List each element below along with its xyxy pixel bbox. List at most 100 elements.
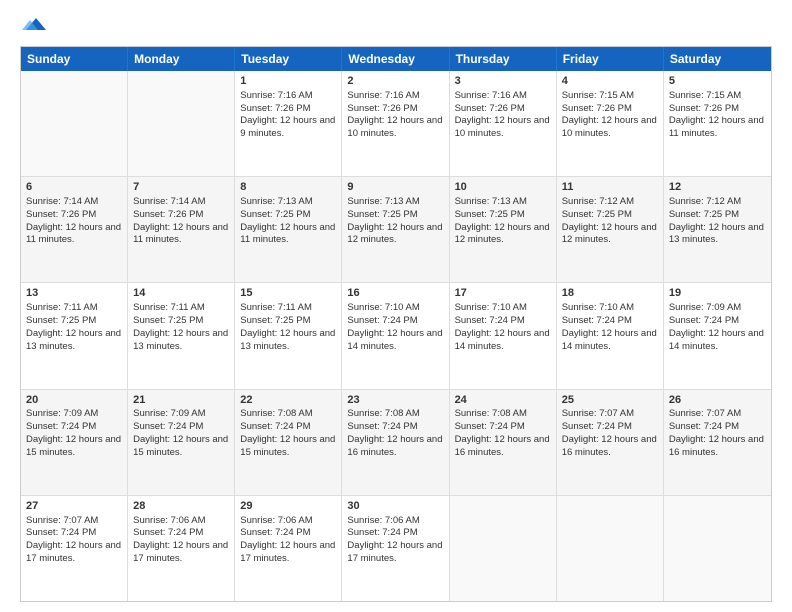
day-cell-14: 14Sunrise: 7:11 AMSunset: 7:25 PMDayligh…	[128, 283, 235, 388]
sunset-text: Sunset: 7:26 PM	[669, 103, 739, 114]
sunrise-text: Sunrise: 7:10 AM	[347, 302, 419, 313]
weekday-header-thursday: Thursday	[450, 47, 557, 71]
sunset-text: Sunset: 7:26 PM	[26, 209, 96, 220]
weekday-header-wednesday: Wednesday	[342, 47, 449, 71]
day-number: 3	[455, 74, 551, 89]
weekday-header-saturday: Saturday	[664, 47, 771, 71]
day-number: 11	[562, 180, 658, 195]
daylight-text: Daylight: 12 hours and 15 minutes.	[133, 434, 228, 458]
day-cell-1: 1Sunrise: 7:16 AM Sunset: 7:26 PMDaylight…	[235, 71, 342, 176]
calendar: SundayMondayTuesdayWednesdayThursdayFrid…	[20, 46, 772, 602]
day-cell-8: 8Sunrise: 7:13 AMSunset: 7:25 PMDaylight…	[235, 177, 342, 282]
sunrise-text: Sunrise: 7:11 AM	[240, 302, 312, 313]
day-cell-15: 15Sunrise: 7:11 AMSunset: 7:25 PMDayligh…	[235, 283, 342, 388]
sunset-text: Sunset: 7:25 PM	[240, 315, 310, 326]
sunrise-text: Sunrise: 7:09 AM	[133, 408, 205, 419]
sunrise-text: Sunrise: 7:11 AM	[26, 302, 98, 313]
sunset-text: Sunset: 7:24 PM	[562, 315, 632, 326]
sunrise-text: Sunrise: 7:08 AM	[455, 408, 527, 419]
sunrise-text: Sunrise: 7:07 AM	[26, 515, 98, 526]
daylight-text: Daylight: 12 hours and 13 minutes.	[669, 222, 764, 246]
daylight-text: Daylight: 12 hours and 12 minutes.	[455, 222, 550, 246]
daylight-text: Daylight: 12 hours and 10 minutes.	[455, 115, 550, 139]
daylight-text: Daylight: 12 hours and 13 minutes.	[133, 328, 228, 352]
day-number: 26	[669, 393, 766, 408]
daylight-text: Daylight: 12 hours and 14 minutes.	[347, 328, 442, 352]
day-cell-4: 4Sunrise: 7:15 AMSunset: 7:26 PMDaylight…	[557, 71, 664, 176]
day-number: 25	[562, 393, 658, 408]
day-number: 2	[347, 74, 443, 89]
sunrise-text: Sunrise: 7:13 AM	[240, 196, 312, 207]
daylight-text: Daylight: 12 hours and 9 minutes.	[240, 115, 335, 139]
day-number: 30	[347, 499, 443, 514]
daylight-text: Daylight: 12 hours and 16 minutes.	[347, 434, 442, 458]
day-cell-19: 19Sunrise: 7:09 AMSunset: 7:24 PMDayligh…	[664, 283, 771, 388]
sunset-text: Sunset: 7:24 PM	[669, 315, 739, 326]
sunset-text: Sunset: 7:25 PM	[562, 209, 632, 220]
page: SundayMondayTuesdayWednesdayThursdayFrid…	[0, 0, 792, 612]
day-cell-13: 13Sunrise: 7:11 AMSunset: 7:25 PMDayligh…	[21, 283, 128, 388]
day-number: 6	[26, 180, 122, 195]
calendar-body: 1Sunrise: 7:16 AMSunset: 7:26 PMDaylight…	[21, 71, 771, 601]
daylight-text: Daylight: 12 hours and 12 minutes.	[347, 222, 442, 246]
day-cell-18: 18Sunrise: 7:10 AMSunset: 7:24 PMDayligh…	[557, 283, 664, 388]
logo	[20, 16, 46, 36]
sunrise-text: Sunrise: 7:16 AM	[455, 90, 527, 101]
day-number: 12	[669, 180, 766, 195]
day-cell-22: 22Sunrise: 7:08 AMSunset: 7:24 PMDayligh…	[235, 390, 342, 495]
sunrise-text: Sunrise: 7:15 AM	[562, 90, 634, 101]
header	[20, 16, 772, 36]
sunset-text: Sunset: 7:25 PM	[347, 209, 417, 220]
sunrise-text: Sunrise: 7:12 AM	[669, 196, 741, 207]
sunrise-text: Sunrise: 7:15 AM	[669, 90, 741, 101]
day-number: 1	[240, 74, 336, 89]
sunrise-text: Sunrise: 7:07 AM	[562, 408, 634, 419]
daylight-text: Daylight: 12 hours and 12 minutes.	[562, 222, 657, 246]
day-cell-28: 28Sunrise: 7:06 AMSunset: 7:24 PMDayligh…	[128, 496, 235, 601]
day-cell-16: 16Sunrise: 7:10 AMSunset: 7:24 PMDayligh…	[342, 283, 449, 388]
daylight-text: Daylight: 12 hours and 13 minutes.	[26, 328, 121, 352]
sunset-text: Sunset: 7:25 PM	[240, 209, 310, 220]
day-cell-10: 10Sunrise: 7:13 AMSunset: 7:25 PMDayligh…	[450, 177, 557, 282]
sunrise-text: Sunrise: 7:09 AM	[26, 408, 98, 419]
daylight-text: Daylight: 12 hours and 11 minutes.	[240, 222, 335, 246]
sunrise-text: Sunrise: 7:14 AM	[133, 196, 205, 207]
sunset-text: Sunset: 7:24 PM	[133, 421, 203, 432]
empty-cell-0-1	[128, 71, 235, 176]
empty-cell-0-0	[21, 71, 128, 176]
day-number: 22	[240, 393, 336, 408]
day-number: 10	[455, 180, 551, 195]
sunset-text: Sunset: 7:25 PM	[26, 315, 96, 326]
calendar-row-0: 1Sunrise: 7:16 AMSunset: 7:26 PMDaylight…	[21, 71, 771, 176]
calendar-header: SundayMondayTuesdayWednesdayThursdayFrid…	[21, 47, 771, 71]
day-cell-26: 26Sunrise: 7:07 AMSunset: 7:24 PMDayligh…	[664, 390, 771, 495]
sunrise-text: Sunrise: 7:12 AM	[562, 196, 634, 207]
sunrise-text: Sunrise: 7:13 AM	[455, 196, 527, 207]
sunset-text: Sunset: 7:24 PM	[26, 421, 96, 432]
sunset-text: Sunset: 7:24 PM	[240, 527, 310, 538]
sunrise-text: Sunrise: 7:09 AM	[669, 302, 741, 313]
calendar-row-3: 20Sunrise: 7:09 AMSunset: 7:24 PMDayligh…	[21, 389, 771, 495]
sunset-text: Sunset: 7:26 PM	[240, 103, 310, 114]
day-number: 17	[455, 286, 551, 301]
calendar-row-1: 6 Sunrise: 7:14 AM Sunset: 7:26 PM Daylight…	[21, 176, 771, 282]
day-number: 23	[347, 393, 443, 408]
sunset-text: Sunset: 7:24 PM	[455, 421, 525, 432]
day-cell-23: 23Sunrise: 7:08 AMSunset: 7:24 PMDayligh…	[342, 390, 449, 495]
sunset-text: Sunset: 7:24 PM	[455, 315, 525, 326]
sunrise-text: Sunrise: 7:06 AM	[347, 515, 419, 526]
day-number: 29	[240, 499, 336, 514]
day-cell-12: 12Sunrise: 7:12 AMSunset: 7:25 PMDayligh…	[664, 177, 771, 282]
daylight-text: Daylight: 12 hours and 17 minutes.	[240, 540, 335, 564]
day-cell-30: 30Sunrise: 7:06 AMSunset: 7:24 PMDayligh…	[342, 496, 449, 601]
sunset-text: Sunset: 7:24 PM	[347, 527, 417, 538]
sunrise-text: Sunrise: 7:06 AM	[133, 515, 205, 526]
day-number: 20	[26, 393, 122, 408]
sunset-text: Sunset: 7:24 PM	[240, 421, 310, 432]
daylight-text: Daylight: 12 hours and 10 minutes.	[347, 115, 442, 139]
daylight-text: Daylight: 12 hours and 10 minutes.	[562, 115, 657, 139]
sunrise-text: Sunrise: 7:06 AM	[240, 515, 312, 526]
sunrise-text: Sunrise: 7:16 AM	[240, 90, 312, 101]
day-cell-3: 3Sunrise: 7:16 AM Sunset: 7:26 PMDaylight…	[450, 71, 557, 176]
sunset-text: Sunset: 7:26 PM	[455, 103, 525, 114]
